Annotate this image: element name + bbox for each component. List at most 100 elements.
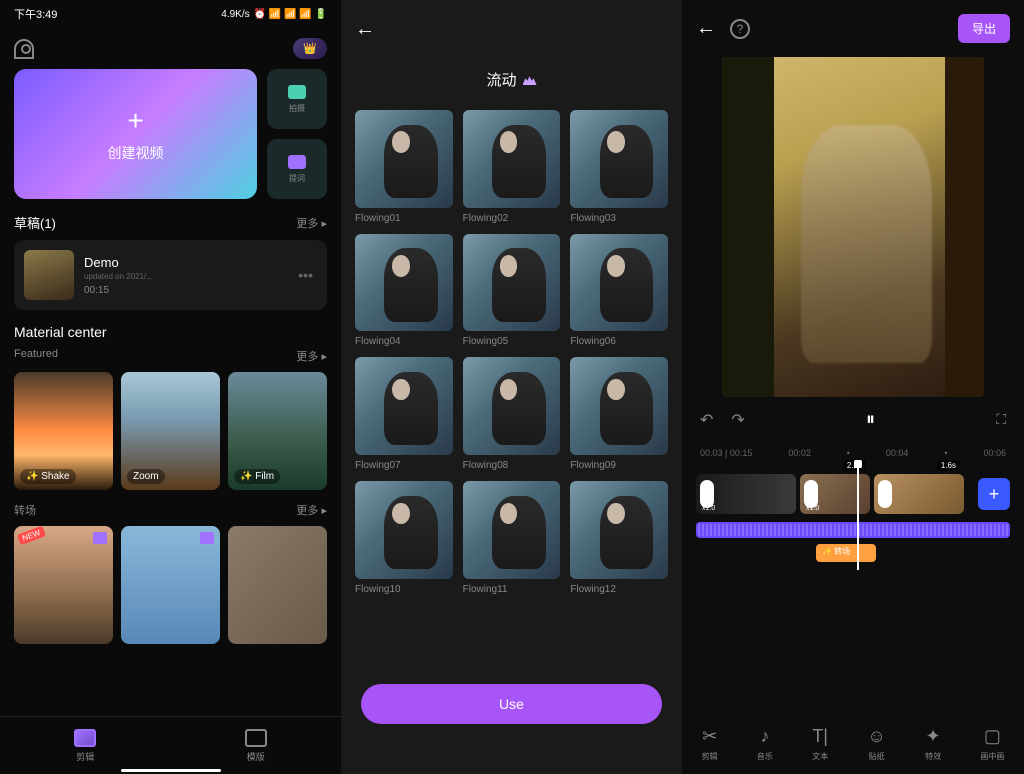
teleprompter-button[interactable]: 提词 xyxy=(267,139,327,199)
featured-item-shake[interactable]: ✨ Shake xyxy=(14,372,113,490)
status-icons: 4.9K/s ⏰ 📶 📶 📶 🔋 xyxy=(221,9,327,20)
drafts-header: 草稿(1) 更多 ▸ xyxy=(0,199,341,240)
flowing-panel: ← 流动 Flowing01 Flowing02 Flowing03 Flowi… xyxy=(341,0,682,774)
video-clip[interactable]: 1.6s xyxy=(874,474,964,514)
flowing-grid: Flowing01 Flowing02 Flowing03 Flowing04 … xyxy=(341,110,682,595)
tool-text[interactable]: T|文本 xyxy=(812,726,828,762)
create-label: 创建视频 xyxy=(108,143,164,163)
drafts-more-link[interactable]: 更多 ▸ xyxy=(296,215,327,231)
back-arrow-icon[interactable]: ← xyxy=(696,17,716,40)
featured-more-link[interactable]: 更多 ▸ xyxy=(296,348,327,364)
crown-icon xyxy=(523,74,537,85)
flowing-item[interactable]: Flowing01 xyxy=(355,110,453,224)
flowing-item[interactable]: Flowing06 xyxy=(570,234,668,348)
nav-template[interactable]: 模版 xyxy=(245,729,267,763)
flowing-thumb xyxy=(463,110,561,208)
video-track: x1.0 2.2s x1.0 1.6s + xyxy=(696,472,1010,516)
transitions-row: NEW xyxy=(0,526,341,644)
transitions-header: 转场 更多 ▸ xyxy=(0,502,341,526)
add-clip-button[interactable]: + xyxy=(978,478,1010,510)
pip-icon: ▢ xyxy=(984,726,1001,747)
camera-button[interactable]: 拍摄 xyxy=(267,69,327,129)
featured-header: Featured 更多 ▸ xyxy=(0,348,341,372)
top-bar: 👑 xyxy=(0,28,341,69)
video-preview[interactable] xyxy=(722,57,984,397)
flowing-thumb xyxy=(355,110,453,208)
home-indicator xyxy=(121,769,221,772)
hero-row: + 创建视频 拍摄 提词 xyxy=(0,69,341,199)
back-arrow-icon[interactable]: ← xyxy=(355,18,375,41)
playhead[interactable] xyxy=(857,464,859,570)
camera-icon xyxy=(288,85,306,99)
video-clip[interactable]: 2.2s x1.0 xyxy=(800,474,870,514)
text-icon: T| xyxy=(812,726,828,747)
flowing-item[interactable]: Flowing08 xyxy=(463,357,561,471)
flowing-thumb xyxy=(355,234,453,332)
crown-icon xyxy=(93,532,107,544)
flowing-item[interactable]: Flowing04 xyxy=(355,234,453,348)
redo-icon[interactable]: ↷ xyxy=(731,410,744,430)
crown-icon xyxy=(200,532,214,544)
tool-effects[interactable]: ✦特效 xyxy=(925,726,941,762)
bottom-nav: 剪辑 模版 xyxy=(0,716,341,774)
flowing-item[interactable]: Flowing02 xyxy=(463,110,561,224)
teleprompter-icon xyxy=(288,155,306,169)
clip-handle-icon[interactable] xyxy=(804,480,818,508)
featured-item-film[interactable]: ✨ Film xyxy=(228,372,327,490)
create-video-button[interactable]: + 创建视频 xyxy=(14,69,257,199)
side-buttons: 拍摄 提词 xyxy=(267,69,327,199)
flowing-item[interactable]: Flowing05 xyxy=(463,234,561,348)
undo-redo: ↶ ↷ xyxy=(700,410,745,430)
flowing-thumb xyxy=(570,234,668,332)
new-badge: NEW xyxy=(17,526,46,545)
flowing-item[interactable]: Flowing09 xyxy=(570,357,668,471)
transition-item[interactable] xyxy=(121,526,220,644)
nav-edit[interactable]: 剪辑 xyxy=(74,729,96,763)
export-button[interactable]: 导出 xyxy=(958,14,1010,43)
plus-icon: + xyxy=(127,105,143,137)
flowing-item[interactable]: Flowing10 xyxy=(355,481,453,595)
draft-card[interactable]: Demo updated on 2021/... 00:15 ••• xyxy=(14,240,327,310)
flowing-thumb xyxy=(463,234,561,332)
draft-info: Demo updated on 2021/... 00:15 xyxy=(84,255,284,296)
template-icon xyxy=(245,729,267,747)
tool-music[interactable]: ♪音乐 xyxy=(757,726,773,762)
timeline[interactable]: x1.0 2.2s x1.0 1.6s + ✨ 转场 xyxy=(682,464,1024,570)
flowing-item[interactable]: Flowing12 xyxy=(570,481,668,595)
tool-sticker[interactable]: ☺贴纸 xyxy=(867,726,885,762)
flowing-thumb xyxy=(570,481,668,579)
undo-icon[interactable]: ↶ xyxy=(700,410,713,430)
fx-track[interactable]: ✨ 转场 xyxy=(816,544,876,562)
fullscreen-icon[interactable]: ⛶ xyxy=(996,411,1006,428)
transitions-more-link[interactable]: 更多 ▸ xyxy=(296,502,327,518)
draft-thumbnail xyxy=(24,250,74,300)
featured-row: ✨ Shake Zoom ✨ Film xyxy=(0,372,341,490)
transition-item[interactable]: NEW xyxy=(14,526,113,644)
use-button[interactable]: Use xyxy=(361,684,662,724)
featured-item-zoom[interactable]: Zoom xyxy=(121,372,220,490)
flowing-item[interactable]: Flowing03 xyxy=(570,110,668,224)
material-center-title: Material center xyxy=(0,310,341,348)
flowing-thumb xyxy=(570,357,668,455)
tool-pip[interactable]: ▢画中画 xyxy=(980,726,1004,762)
video-clip[interactable]: x1.0 xyxy=(696,474,796,514)
profile-icon[interactable] xyxy=(14,39,34,59)
clip-handle-icon[interactable] xyxy=(700,480,714,508)
preview-content xyxy=(801,125,932,363)
vip-badge[interactable]: 👑 xyxy=(293,38,327,59)
music-icon: ♪ xyxy=(760,726,769,747)
audio-track[interactable] xyxy=(696,522,1010,538)
status-bar: 下午3:49 4.9K/s ⏰ 📶 📶 📶 🔋 xyxy=(0,0,341,28)
edit-icon xyxy=(74,729,96,747)
flowing-thumb xyxy=(463,481,561,579)
help-icon[interactable]: ? xyxy=(730,19,750,39)
flowing-item[interactable]: Flowing11 xyxy=(463,481,561,595)
panel2-header: ← xyxy=(341,0,682,59)
flowing-title: 流动 xyxy=(341,59,682,110)
flowing-item[interactable]: Flowing07 xyxy=(355,357,453,471)
draft-more-icon[interactable]: ••• xyxy=(294,263,317,287)
clip-handle-icon[interactable] xyxy=(878,480,892,508)
tool-cut[interactable]: ✂剪辑 xyxy=(702,726,718,762)
pause-button[interactable]: ⏸ xyxy=(866,409,875,430)
transition-item[interactable] xyxy=(228,526,327,644)
